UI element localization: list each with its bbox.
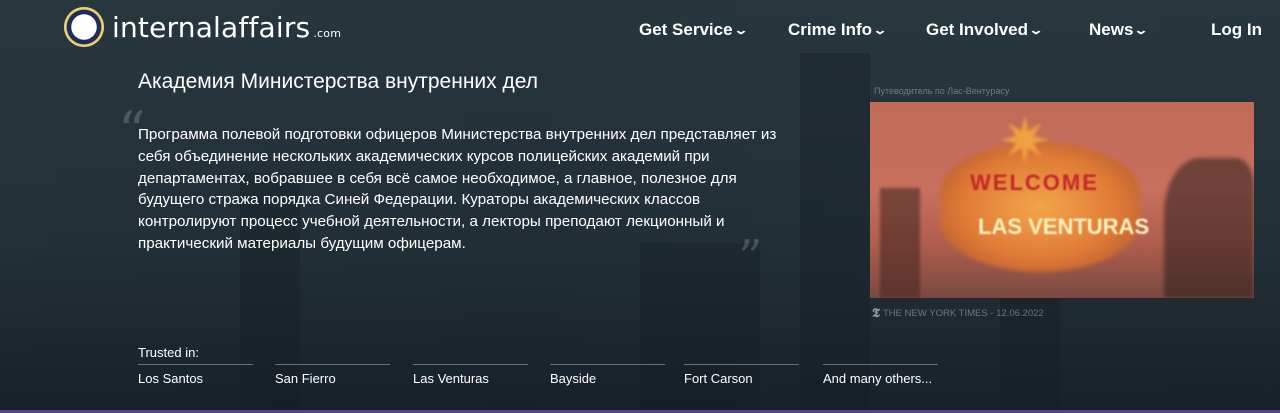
chevron-down-icon: ⌄: [872, 23, 888, 37]
trusted-label: Trusted in:: [138, 345, 199, 360]
city-item: Las Venturas: [413, 364, 528, 386]
photo-credit: 𝕿 THE NEW YORK TIMES - 12.06.2022: [872, 306, 1044, 321]
page-title: Академия Министерства внутренних дел: [138, 70, 538, 93]
intro-paragraph: Программа полевой подготовки офицеров Ми…: [138, 126, 777, 252]
login-link[interactable]: Log In: [1211, 20, 1262, 40]
nav-label: Get Involved: [926, 20, 1029, 39]
photo-sign-text: WELCOME: [970, 170, 1099, 195]
chevron-down-icon: ⌄: [1133, 23, 1149, 37]
city-item: San Fierro: [275, 364, 390, 386]
city-item: Fort Carson: [684, 364, 799, 386]
nav-get-service[interactable]: Get Service ⌄: [639, 20, 749, 40]
close-quote-icon: ”: [738, 230, 763, 286]
nav-news[interactable]: News ⌄: [1089, 20, 1149, 40]
photo-caption: Путеводитель по Лас-Вентурасу: [874, 86, 1010, 96]
nav-label: Log In: [1211, 20, 1262, 39]
photo-pole: [880, 188, 920, 298]
nav-crime-info[interactable]: Crime Info ⌄: [788, 20, 888, 40]
las-venturas-photo[interactable]: ✷ WELCOME LAS VENTURAS: [870, 102, 1254, 298]
credit-text: THE NEW YORK TIMES - 12.06.2022: [882, 308, 1044, 319]
nav-label: Crime Info: [788, 20, 873, 39]
nav-label: Get Service: [639, 20, 733, 39]
chevron-down-icon: ⌄: [1028, 23, 1044, 37]
chevron-down-icon: ⌄: [733, 23, 749, 37]
nyt-logo-icon: 𝕿: [872, 306, 880, 321]
city-item: Bayside: [550, 364, 665, 386]
nav-label: News: [1089, 20, 1134, 39]
photo-sign-text: LAS VENTURAS: [978, 214, 1150, 239]
building-silhouette: [800, 53, 870, 413]
star-icon: ✷: [998, 105, 1052, 177]
photo-trees: [1164, 158, 1254, 298]
city-item: Los Santos: [138, 364, 253, 386]
main-nav: Get Service ⌄ Crime Info ⌄ Get Involved ⌄ N…: [0, 20, 1280, 44]
city-item: And many others...: [823, 364, 938, 386]
nav-get-involved[interactable]: Get Involved ⌄: [926, 20, 1044, 40]
